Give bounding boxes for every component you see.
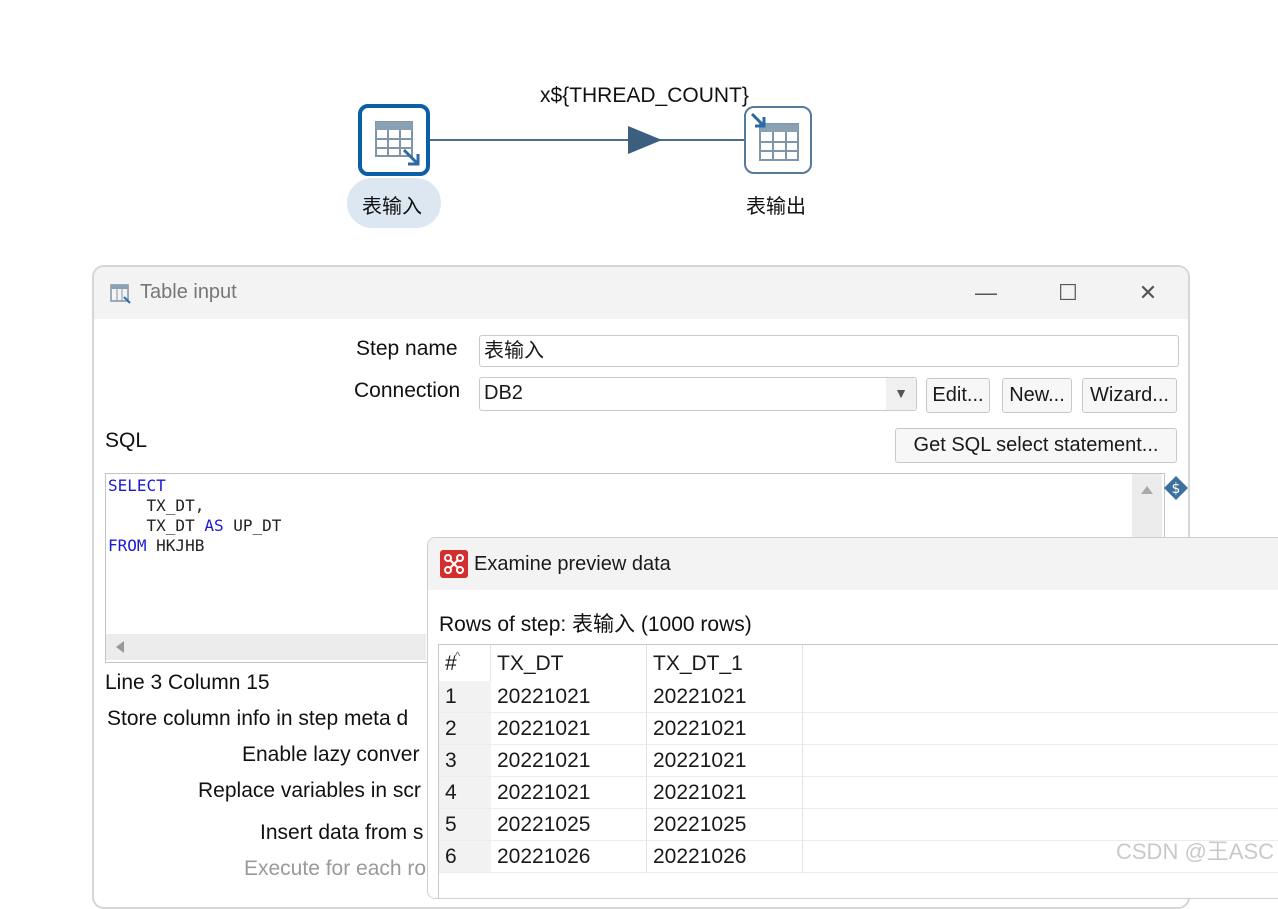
sql-keyword: FROM xyxy=(108,536,147,555)
row-index-cell[interactable]: 6 xyxy=(439,841,491,873)
table-output-icon xyxy=(750,112,799,161)
step-table-input[interactable] xyxy=(358,104,430,176)
edit-connection-button[interactable]: Edit... xyxy=(926,378,990,413)
get-sql-button[interactable]: Get SQL select statement... xyxy=(895,428,1177,463)
table-cell[interactable]: 20221026 xyxy=(491,841,647,873)
wizard-button[interactable]: Wizard... xyxy=(1082,378,1177,413)
preview-title: Examine preview data xyxy=(474,553,671,575)
horizontal-scrollbar[interactable] xyxy=(106,634,426,660)
dialog-titlebar[interactable]: Table input — ☐ ✕ xyxy=(94,267,1188,319)
sql-keyword: SELECT xyxy=(108,476,166,495)
table-cell[interactable]: 20221021 xyxy=(491,745,647,777)
rows-of-step-label: Rows of step: 表输入 (1000 rows) xyxy=(439,613,752,636)
connection-select[interactable]: DB2 ▼ xyxy=(479,377,917,411)
watermark: CSDN @王ASC xyxy=(1116,839,1275,864)
dialog-title: Table input xyxy=(140,281,237,303)
minimize-button[interactable]: — xyxy=(966,279,1006,307)
row-index-cell[interactable]: 2 xyxy=(439,713,491,745)
sql-label: SQL xyxy=(105,429,148,452)
option-insert-data-from: Insert data from s xyxy=(260,821,424,844)
cursor-status: Line 3 Column 15 xyxy=(105,671,270,694)
table-cell[interactable]: 20221021 xyxy=(647,713,803,745)
row-index-cell[interactable]: 3 xyxy=(439,745,491,777)
option-store-column-info: Store column info in step meta d xyxy=(107,707,409,730)
table-cell[interactable]: 20221021 xyxy=(647,745,803,777)
sql-keyword: AS xyxy=(204,516,224,535)
column-header-tx-dt[interactable]: TX_DT xyxy=(491,645,647,681)
column-header-index[interactable]: #^ xyxy=(439,645,491,681)
row-index-cell[interactable]: 1 xyxy=(439,681,491,713)
table-cell[interactable]: 20221021 xyxy=(491,713,647,745)
table-cell[interactable]: 20221025 xyxy=(647,809,803,841)
preview-data-icon xyxy=(440,550,468,578)
row-index-cell[interactable]: 5 xyxy=(439,809,491,841)
step-name-field[interactable]: 表输入 xyxy=(479,335,1179,367)
table-row-filler xyxy=(803,777,1278,809)
option-lazy-conversion: Enable lazy conver xyxy=(242,743,420,766)
close-button[interactable]: ✕ xyxy=(1128,279,1168,307)
connection-label: Connection xyxy=(354,379,461,402)
scroll-up-icon[interactable] xyxy=(1141,486,1153,494)
maximize-button[interactable]: ☐ xyxy=(1048,279,1088,307)
option-replace-variables: Replace variables in scr xyxy=(198,779,421,802)
chevron-down-icon[interactable]: ▼ xyxy=(886,378,916,410)
table-cell[interactable]: 20221021 xyxy=(647,681,803,713)
preview-titlebar[interactable]: Examine preview data xyxy=(428,538,1278,590)
table-input-icon xyxy=(110,284,131,304)
sort-caret-icon: ^ xyxy=(454,649,461,663)
row-index-cell[interactable]: 4 xyxy=(439,777,491,809)
table-input-icon xyxy=(375,121,420,166)
table-cell[interactable]: 20221021 xyxy=(491,777,647,809)
table-cell[interactable]: 20221021 xyxy=(647,777,803,809)
scroll-left-icon[interactable] xyxy=(116,641,124,653)
connection-value: DB2 xyxy=(484,382,523,404)
hop-label: x${THREAD_COUNT} xyxy=(540,84,749,107)
step-label-table-input: 表输入 xyxy=(362,196,422,218)
hop-arrow-icon xyxy=(628,126,662,154)
table-row-filler xyxy=(803,681,1278,713)
variable-icon[interactable]: $ xyxy=(1163,475,1189,501)
option-execute-each-row: Execute for each ro xyxy=(244,857,427,880)
hop-line[interactable] xyxy=(428,139,744,141)
table-row-filler xyxy=(803,713,1278,745)
column-header-tx-dt-1[interactable]: TX_DT_1 xyxy=(647,645,803,681)
table-cell[interactable]: 20221026 xyxy=(647,841,803,873)
sql-code: SELECT TX_DT, TX_DT AS UP_DT FROM HKJHB xyxy=(108,476,282,555)
step-table-output[interactable] xyxy=(744,106,812,174)
table-cell[interactable]: 20221025 xyxy=(491,809,647,841)
svg-text:$: $ xyxy=(1172,481,1181,497)
table-row-filler xyxy=(803,745,1278,777)
step-label-table-output: 表输出 xyxy=(746,196,806,218)
step-name-label: Step name xyxy=(356,337,458,360)
new-connection-button[interactable]: New... xyxy=(1002,378,1072,413)
table-cell[interactable]: 20221021 xyxy=(491,681,647,713)
